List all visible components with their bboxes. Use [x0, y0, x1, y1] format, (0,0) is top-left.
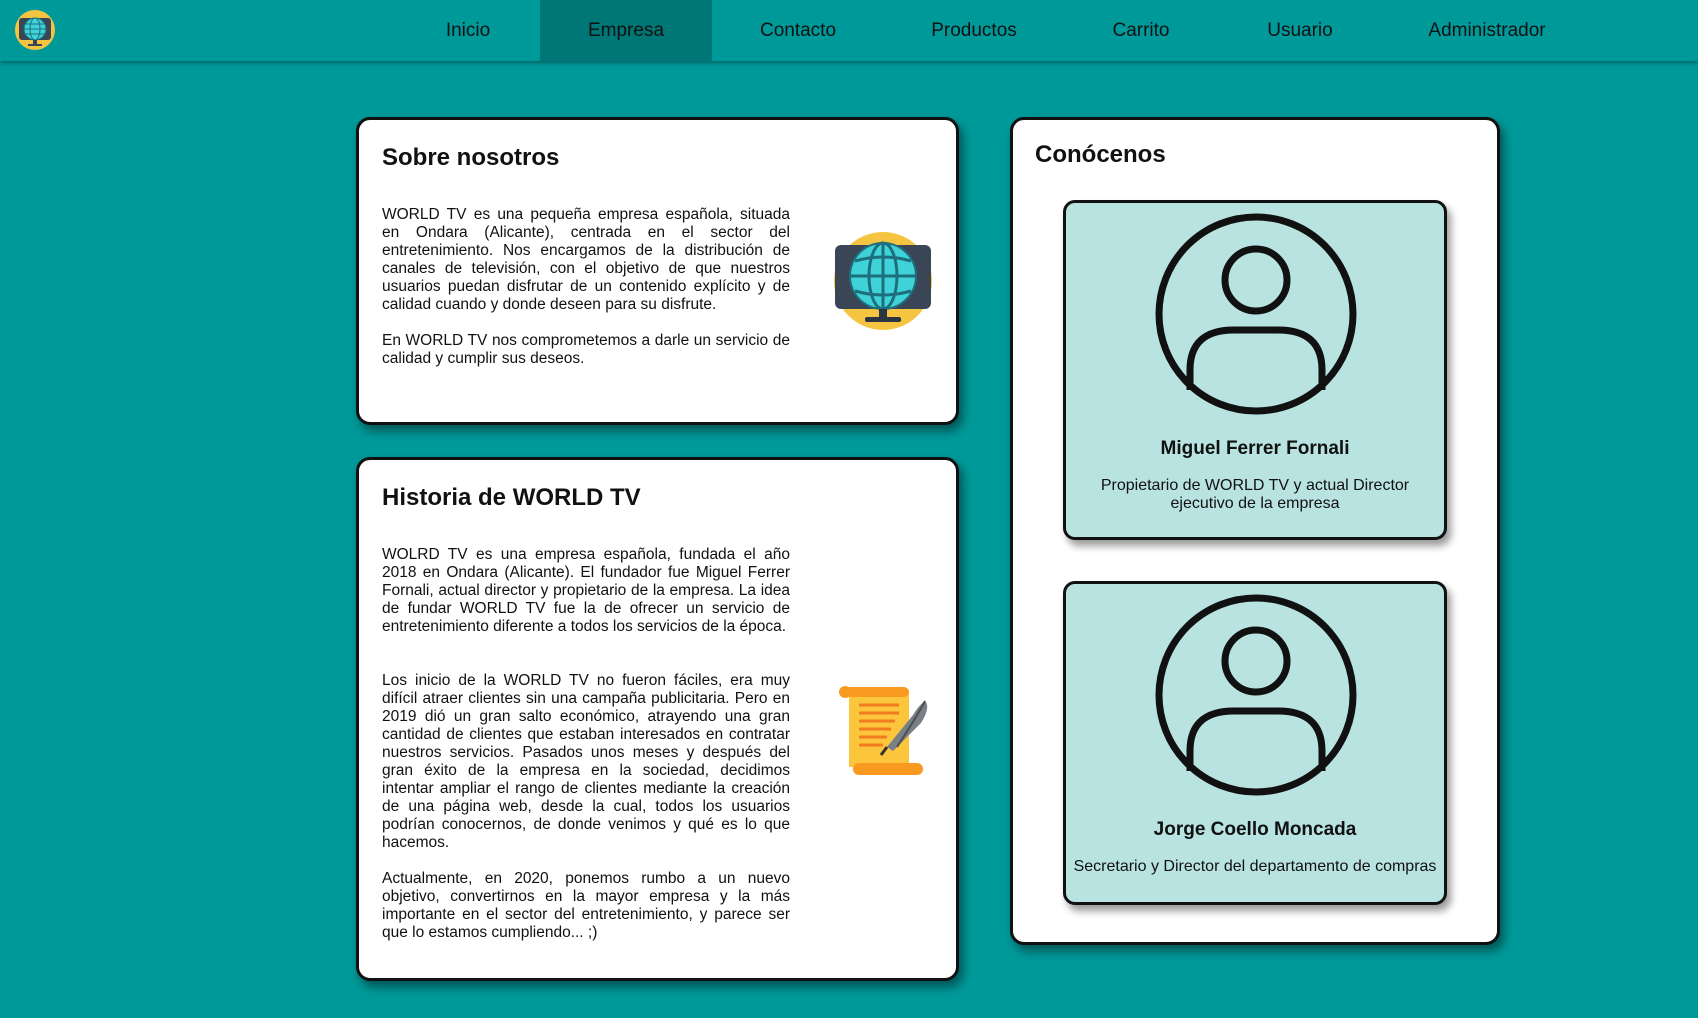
- about-paragraph: WORLD TV es una pequeña empresa española…: [382, 206, 790, 313]
- globe-tv-icon: [833, 231, 933, 331]
- team-member-card: Jorge Coello Moncada Secretario y Direct…: [1063, 581, 1447, 905]
- user-avatar-icon: [1154, 593, 1358, 797]
- about-paragraph: En WORLD TV nos comprometemos a darle un…: [382, 332, 790, 367]
- history-paragraph: WOLRD TV es una empresa española, fundad…: [382, 546, 790, 635]
- team-title: Conócenos: [1035, 141, 1166, 168]
- member-name: Jorge Coello Moncada: [1153, 819, 1357, 840]
- top-navigation-bar: Inicio Empresa Contacto Productos Carrit…: [0, 0, 1698, 61]
- user-avatar-icon: [1154, 212, 1358, 416]
- nav-item-administrador[interactable]: Administrador: [1410, 0, 1564, 61]
- nav-item-empresa[interactable]: Empresa: [540, 0, 712, 61]
- history-card: Historia de WORLD TV WOLRD TV es una emp…: [356, 457, 959, 981]
- nav-item-inicio[interactable]: Inicio: [408, 0, 528, 61]
- member-role: Propietario de WORLD TV y actual Directo…: [1100, 477, 1410, 512]
- team-member-card: Miguel Ferrer Fornali Propietario de WOR…: [1063, 200, 1447, 540]
- nav-item-contacto[interactable]: Contacto: [728, 0, 868, 61]
- history-paragraph: Actualmente, en 2020, ponemos rumbo a un…: [382, 870, 790, 941]
- nav-item-productos[interactable]: Productos: [906, 0, 1042, 61]
- member-name: Miguel Ferrer Fornali: [1160, 438, 1350, 459]
- history-paragraph: Los inicio de la WORLD TV no fueron fáci…: [382, 672, 790, 851]
- nav-item-carrito[interactable]: Carrito: [1076, 0, 1206, 61]
- about-card: Sobre nosotros WORLD TV es una pequeña e…: [356, 117, 959, 425]
- globe-tv-icon[interactable]: [14, 9, 56, 51]
- team-card: Conócenos Miguel Ferrer Fornali Propieta…: [1010, 117, 1500, 945]
- history-title: Historia de WORLD TV: [382, 484, 641, 511]
- about-title: Sobre nosotros: [382, 144, 560, 171]
- scroll-quill-icon: [837, 685, 933, 777]
- member-role: Secretario y Director del departamento d…: [1073, 858, 1437, 875]
- nav-item-usuario[interactable]: Usuario: [1240, 0, 1360, 61]
